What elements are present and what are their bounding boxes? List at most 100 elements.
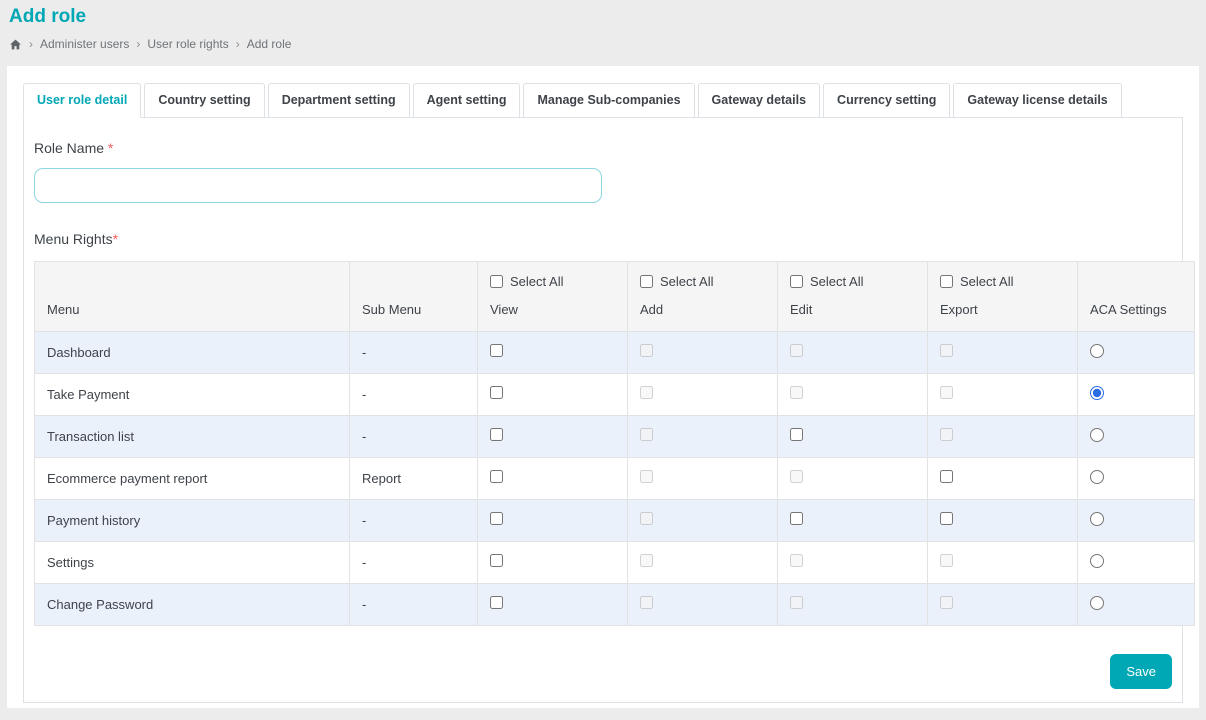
- select-all-edit-checkbox[interactable]: [790, 275, 803, 288]
- column-header-menu-text: Menu: [47, 302, 80, 317]
- menu-cell: Settings: [34, 540, 350, 584]
- view-checkbox[interactable]: [490, 554, 503, 568]
- aca-settings-radio[interactable]: [1090, 385, 1104, 400]
- breadcrumb-separator: ›: [235, 37, 240, 51]
- menu-cell: Ecommerce payment report: [34, 456, 350, 500]
- edit-checkbox: [790, 596, 803, 610]
- select-all-export[interactable]: Select All: [940, 274, 1065, 289]
- edit-cell: [777, 330, 928, 374]
- export-checkbox: [940, 344, 953, 358]
- sub-menu-cell: -: [349, 498, 478, 542]
- page-header: Add role › Administer users › User role …: [0, 0, 1206, 51]
- aca-settings-cell: [1077, 456, 1195, 500]
- edit-cell: [777, 540, 928, 584]
- role-name-input[interactable]: [34, 168, 602, 203]
- edit-checkbox[interactable]: [790, 428, 803, 442]
- menu-cell: Transaction list: [34, 414, 350, 458]
- edit-checkbox: [790, 554, 803, 568]
- menu-cell: Payment history: [34, 498, 350, 542]
- aca-settings-cell: [1077, 372, 1195, 416]
- sub-menu-cell: -: [349, 582, 478, 626]
- edit-cell: [777, 582, 928, 626]
- view-checkbox[interactable]: [490, 470, 503, 484]
- breadcrumb-administer-users[interactable]: Administer users: [40, 37, 129, 51]
- required-asterisk: *: [107, 140, 114, 156]
- select-all-label: Select All: [510, 274, 564, 289]
- add-checkbox: [640, 512, 653, 526]
- breadcrumb-user-role-rights[interactable]: User role rights: [147, 37, 228, 51]
- export-cell: [927, 372, 1078, 416]
- edit-checkbox: [790, 470, 803, 484]
- breadcrumb: › Administer users › User role rights › …: [9, 37, 1196, 51]
- aca-settings-radio[interactable]: [1090, 469, 1104, 484]
- tab-user-role-detail[interactable]: User role detail: [23, 83, 142, 118]
- select-all-export-checkbox[interactable]: [940, 275, 953, 288]
- export-checkbox: [940, 386, 953, 400]
- view-checkbox[interactable]: [490, 344, 503, 358]
- select-all-label: Select All: [960, 274, 1014, 289]
- select-all-edit[interactable]: Select All: [790, 274, 915, 289]
- breadcrumb-separator: ›: [29, 37, 33, 51]
- column-header-menu: Menu: [34, 261, 350, 332]
- column-header-export-text: Export: [940, 302, 978, 317]
- add-checkbox: [640, 428, 653, 442]
- view-checkbox[interactable]: [490, 428, 503, 442]
- menu-cell: Change Password: [34, 582, 350, 626]
- column-header-sub-menu: Sub Menu: [349, 261, 478, 332]
- add-checkbox: [640, 386, 653, 400]
- tab-manage-sub-companies[interactable]: Manage Sub-companies: [523, 83, 695, 118]
- export-checkbox: [940, 428, 953, 442]
- export-checkbox[interactable]: [940, 512, 953, 526]
- select-all-view-checkbox[interactable]: [490, 275, 503, 288]
- add-checkbox: [640, 554, 653, 568]
- view-checkbox[interactable]: [490, 386, 503, 400]
- aca-settings-radio[interactable]: [1090, 343, 1104, 358]
- role-name-label-text: Role Name: [34, 140, 105, 156]
- view-checkbox[interactable]: [490, 596, 503, 610]
- select-all-add-checkbox[interactable]: [640, 275, 653, 288]
- sub-menu-cell: -: [349, 540, 478, 584]
- add-checkbox: [640, 344, 653, 358]
- home-icon[interactable]: [9, 38, 22, 51]
- column-header-add-text: Add: [640, 302, 664, 317]
- menu-cell: Dashboard: [34, 330, 350, 374]
- table-row: Transaction list -: [34, 414, 1195, 458]
- tab-department-setting[interactable]: Department setting: [267, 83, 410, 118]
- tab-agent-setting[interactable]: Agent setting: [412, 83, 521, 118]
- view-cell: [477, 498, 628, 542]
- export-cell: [927, 414, 1078, 458]
- sub-menu-cell: -: [349, 414, 478, 458]
- view-checkbox[interactable]: [490, 512, 503, 526]
- aca-settings-radio[interactable]: [1090, 511, 1104, 526]
- user-role-detail-panel: Role Name * Menu Rights* Menu Sub Menu S…: [23, 117, 1195, 703]
- save-button[interactable]: Save: [1110, 653, 1172, 689]
- export-cell: [927, 456, 1078, 500]
- aca-settings-radio[interactable]: [1090, 595, 1104, 610]
- column-header-aca-settings-text: ACA Settings: [1090, 302, 1167, 317]
- menu-rights-table: Menu Sub Menu Select All View Select All…: [34, 261, 1195, 626]
- tab-currency-setting[interactable]: Currency setting: [823, 83, 951, 118]
- aca-settings-radio[interactable]: [1090, 553, 1104, 568]
- edit-cell: [777, 414, 928, 458]
- tab-gateway-details[interactable]: Gateway details: [697, 83, 821, 118]
- select-all-add[interactable]: Select All: [640, 274, 765, 289]
- view-cell: [477, 414, 628, 458]
- export-cell: [927, 582, 1078, 626]
- aca-settings-cell: [1077, 498, 1195, 542]
- edit-checkbox[interactable]: [790, 512, 803, 526]
- menu-cell: Take Payment: [34, 372, 350, 416]
- edit-checkbox: [790, 386, 803, 400]
- aca-settings-radio[interactable]: [1090, 427, 1104, 442]
- edit-cell: [777, 456, 928, 500]
- select-all-view[interactable]: Select All: [490, 274, 615, 289]
- column-header-aca-settings: ACA Settings: [1077, 261, 1195, 332]
- export-checkbox[interactable]: [940, 470, 953, 484]
- column-header-view: Select All View: [477, 261, 628, 332]
- add-cell: [627, 498, 778, 542]
- tab-gateway-license-details[interactable]: Gateway license details: [953, 83, 1122, 118]
- tab-country-setting[interactable]: Country setting: [144, 83, 265, 118]
- view-cell: [477, 540, 628, 584]
- column-header-export: Select All Export: [927, 261, 1078, 332]
- menu-rights-label: Menu Rights*: [34, 231, 1172, 247]
- page-title: Add role: [9, 6, 87, 27]
